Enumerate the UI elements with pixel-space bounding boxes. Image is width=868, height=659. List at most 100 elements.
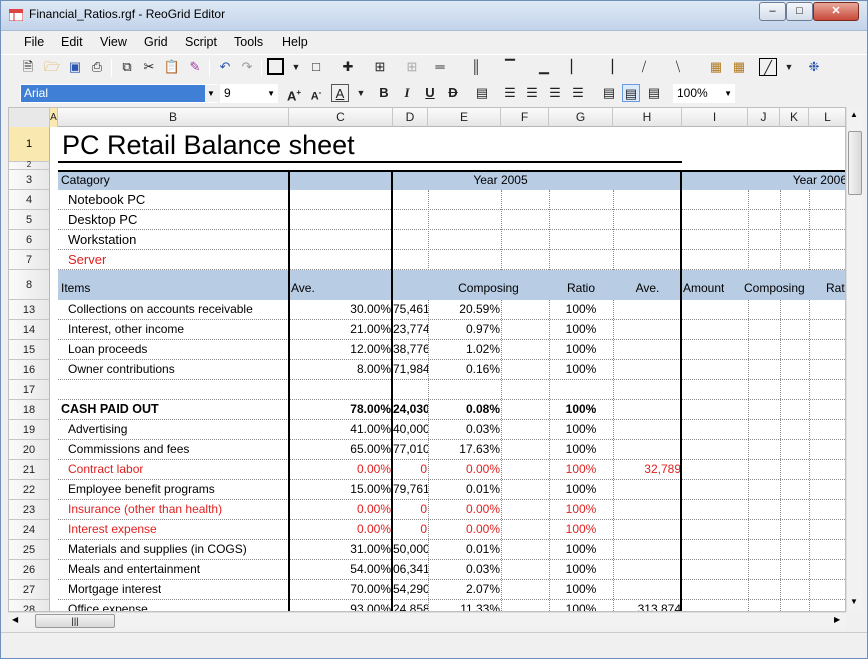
wrap-text-icon[interactable]: ▤ — [473, 84, 491, 102]
border-outline-icon[interactable] — [267, 58, 284, 75]
horizontal-scroll-thumb[interactable]: ||| — [35, 614, 115, 628]
row-header[interactable]: 28 — [9, 600, 50, 611]
row-header[interactable]: 17 — [9, 380, 50, 400]
underline-icon[interactable]: U — [421, 84, 439, 102]
border-left-icon[interactable]: ▏ — [567, 58, 585, 76]
row-header[interactable]: 25 — [9, 540, 50, 560]
minimize-button[interactable]: – — [759, 2, 786, 21]
chevron-down-icon[interactable]: ▼ — [267, 85, 275, 102]
row-header[interactable]: 16 — [9, 360, 50, 380]
align-left-icon[interactable]: ☰ — [501, 84, 519, 102]
new-file-icon[interactable]: 🗎 — [19, 58, 37, 76]
row-header[interactable]: 22 — [9, 480, 50, 500]
border-outside-icon[interactable]: □ — [307, 58, 325, 76]
row-header[interactable]: 4 — [9, 190, 50, 210]
chevron-down-icon[interactable]: ▼ — [724, 85, 732, 102]
row-header[interactable]: 19 — [9, 420, 50, 440]
strikethrough-icon[interactable]: D — [444, 84, 462, 102]
print-preview-icon[interactable]: ⎙ — [88, 58, 106, 76]
column-header[interactable]: H — [613, 108, 682, 127]
open-folder-icon[interactable]: 🗁 — [43, 58, 61, 76]
row-header[interactable]: 3 — [9, 170, 50, 190]
unmerge-cells-icon[interactable]: ▦ — [730, 58, 748, 76]
select-all-corner[interactable] — [9, 108, 50, 127]
menu-help[interactable]: Help — [282, 35, 308, 49]
column-header[interactable]: L — [809, 108, 845, 127]
maximize-button[interactable]: □ — [786, 2, 813, 21]
column-header[interactable]: G — [549, 108, 613, 127]
border-none-icon[interactable]: ⊞ — [403, 58, 421, 76]
row-header[interactable]: 1 — [9, 127, 50, 162]
menu-grid[interactable]: Grid — [144, 35, 168, 49]
border-all-icon[interactable]: ⊞ — [371, 58, 389, 76]
backslash-line-icon[interactable]: ⧹ — [669, 58, 687, 76]
fill-dropdown-icon[interactable]: ▼ — [780, 58, 798, 76]
slash-line-icon[interactable]: ⧸ — [635, 58, 653, 76]
column-header[interactable]: E — [428, 108, 501, 127]
zoom-combo[interactable]: 100% ▼ — [673, 84, 735, 103]
column-header[interactable]: B — [58, 108, 289, 127]
font-name-combo[interactable]: Arial ▼ — [20, 84, 217, 103]
bold-icon[interactable]: B — [375, 84, 393, 102]
row-header[interactable]: 15 — [9, 340, 50, 360]
row-header[interactable]: 14 — [9, 320, 50, 340]
chevron-down-icon[interactable]: ▼ — [205, 85, 217, 102]
row-header[interactable]: 6 — [9, 230, 50, 250]
align-justify-icon[interactable]: ☰ — [569, 84, 587, 102]
text-color-dropdown-icon[interactable]: ▼ — [352, 84, 370, 102]
font-size-combo[interactable]: 9 ▼ — [220, 84, 278, 103]
menu-file[interactable]: File — [24, 35, 44, 49]
close-button[interactable]: ✕ — [813, 2, 859, 21]
scroll-up-icon[interactable]: ▲ — [850, 110, 858, 119]
column-header[interactable]: C — [289, 108, 393, 127]
cut-icon[interactable]: ✂ — [140, 58, 158, 76]
border-left-right-icon[interactable]: ║ — [467, 58, 485, 76]
scroll-right-icon[interactable]: ▶ — [834, 615, 840, 624]
row-header[interactable]: 20 — [9, 440, 50, 460]
border-top-icon[interactable]: ▔ — [501, 58, 519, 76]
align-right-icon[interactable]: ☰ — [546, 84, 564, 102]
horizontal-scrollbar[interactable]: ◀ ||| ▶ — [8, 612, 846, 629]
redo-icon[interactable]: ↷ — [238, 58, 256, 76]
row-header[interactable]: 8 — [9, 270, 50, 300]
column-header[interactable]: F — [501, 108, 549, 127]
column-header[interactable]: J — [748, 108, 780, 127]
align-bottom-icon[interactable]: ▤ — [645, 84, 663, 102]
column-header[interactable]: A — [50, 108, 58, 127]
row-header[interactable]: 18 — [9, 400, 50, 420]
format-painter-icon[interactable]: ✎ — [186, 58, 204, 76]
border-bottom-icon[interactable]: ▁ — [535, 58, 553, 76]
menu-edit[interactable]: Edit — [61, 35, 83, 49]
row-header[interactable]: 21 — [9, 460, 50, 480]
border-right-icon[interactable]: ▕ — [599, 58, 617, 76]
row-header[interactable]: 23 — [9, 500, 50, 520]
menu-tools[interactable]: Tools — [234, 35, 263, 49]
menu-script[interactable]: Script — [185, 35, 217, 49]
paste-icon[interactable]: 📋 — [163, 58, 181, 76]
menu-view[interactable]: View — [100, 35, 127, 49]
row-header[interactable]: 26 — [9, 560, 50, 580]
align-top-icon[interactable]: ▤ — [600, 84, 618, 102]
font-size-decrease-icon[interactable]: A- — [307, 84, 325, 103]
text-color-icon[interactable]: A — [331, 84, 349, 102]
save-icon[interactable]: ▣ — [66, 58, 84, 76]
row-header[interactable]: 2 — [9, 161, 50, 170]
scroll-left-icon[interactable]: ◀ — [12, 615, 18, 624]
column-header[interactable]: D — [393, 108, 428, 127]
undo-icon[interactable]: ↶ — [216, 58, 234, 76]
vertical-scroll-thumb[interactable] — [848, 131, 862, 195]
italic-icon[interactable]: I — [398, 84, 416, 102]
scroll-down-icon[interactable]: ▼ — [850, 597, 858, 606]
align-middle-icon[interactable]: ▤ — [622, 84, 640, 102]
column-header[interactable]: I — [682, 108, 748, 127]
border-top-bottom-icon[interactable]: ═ — [431, 58, 449, 76]
column-header[interactable]: K — [780, 108, 809, 127]
row-header[interactable]: 24 — [9, 520, 50, 540]
copy-icon[interactable]: ⧉ — [118, 58, 136, 76]
fill-color-icon[interactable]: ╱ — [759, 58, 777, 76]
vertical-scrollbar[interactable]: ▲ ▼ — [846, 107, 863, 612]
row-header[interactable]: 5 — [9, 210, 50, 230]
freeze-icon[interactable]: ❉ — [805, 58, 823, 76]
row-header[interactable]: 13 — [9, 300, 50, 320]
row-header[interactable]: 7 — [9, 250, 50, 270]
